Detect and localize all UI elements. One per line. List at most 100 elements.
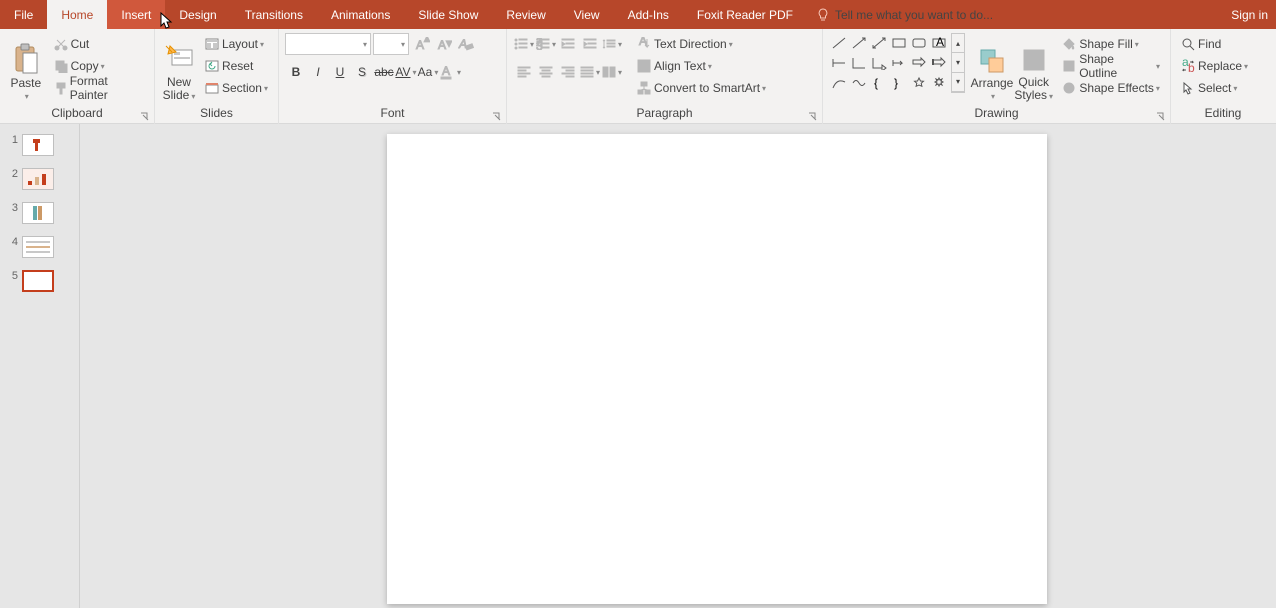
- clear-format-button[interactable]: A: [455, 33, 477, 55]
- reset-button[interactable]: Reset: [201, 55, 272, 77]
- shapes-gallery-scroll[interactable]: ▴▾▾: [951, 33, 965, 93]
- new-slide-label2: Slide: [163, 88, 190, 102]
- paste-button[interactable]: Paste▾: [6, 33, 46, 103]
- tab-foxit[interactable]: Foxit Reader PDF: [683, 0, 807, 29]
- underline-icon: U: [336, 65, 345, 79]
- format-painter-button[interactable]: Format Painter: [50, 77, 148, 99]
- line-spacing-button[interactable]: ▾: [601, 33, 623, 55]
- tab-transitions[interactable]: Transitions: [231, 0, 317, 29]
- quick-label: Quick: [1018, 75, 1049, 89]
- char-spacing-button[interactable]: AV▾: [395, 61, 417, 83]
- svg-text:b: b: [1188, 61, 1195, 73]
- eraser-icon: A: [458, 37, 474, 51]
- svg-text:A: A: [416, 38, 424, 51]
- textdir-icon: A: [637, 37, 651, 51]
- numbering-button[interactable]: 123▾: [535, 33, 557, 55]
- dialog-launcher-icon[interactable]: [140, 112, 150, 122]
- group-drawing: A { } ▴▾▾ Arrange▾: [823, 29, 1171, 124]
- linespacing-icon: [602, 38, 616, 50]
- tab-slideshow[interactable]: Slide Show: [404, 0, 492, 29]
- smartart-button[interactable]: Convert to SmartArt▾: [633, 77, 770, 99]
- bold-button[interactable]: B: [285, 61, 307, 83]
- justify-button[interactable]: ▾: [579, 61, 601, 83]
- italic-icon: I: [316, 65, 319, 79]
- dec-indent-button[interactable]: [557, 33, 579, 55]
- inc-indent-button[interactable]: [579, 33, 601, 55]
- thumb-3[interactable]: 3: [0, 202, 79, 224]
- text-direction-button[interactable]: A Text Direction▾: [633, 33, 770, 55]
- change-case-button[interactable]: Aa▾: [417, 61, 439, 83]
- cut-button[interactable]: Cut: [50, 33, 148, 55]
- group-slides-label: Slides: [200, 106, 233, 120]
- shape-outline-button[interactable]: Shape Outline▾: [1058, 55, 1164, 77]
- shrink-font-button[interactable]: A▾: [433, 33, 455, 55]
- svg-text:A: A: [442, 64, 450, 78]
- tab-insert[interactable]: Insert: [107, 0, 165, 29]
- columns-button[interactable]: ▾: [601, 61, 623, 83]
- bullets-button[interactable]: ▾: [513, 33, 535, 55]
- svg-text:A: A: [1029, 55, 1037, 69]
- changecase-icon: Aa: [418, 65, 433, 79]
- underline-button[interactable]: U: [329, 61, 351, 83]
- font-name-input[interactable]: ▾: [285, 33, 371, 55]
- find-button[interactable]: Find: [1177, 33, 1252, 55]
- align-center-button[interactable]: [535, 61, 557, 83]
- group-font-label: Font: [380, 106, 404, 120]
- section-button[interactable]: Section▾: [201, 77, 272, 99]
- italic-button[interactable]: I: [307, 61, 329, 83]
- thumb-2[interactable]: 2: [0, 168, 79, 190]
- group-paragraph: ▾ 123▾ ▾ ▾ ▾ A Text Direction▾: [507, 29, 823, 124]
- shadow-button[interactable]: S: [351, 61, 373, 83]
- replace-button[interactable]: ab Replace▾: [1177, 55, 1252, 77]
- shape-effects-button[interactable]: Shape Effects▾: [1058, 77, 1164, 99]
- dialog-launcher-icon[interactable]: [1156, 112, 1166, 122]
- select-icon: [1181, 81, 1195, 95]
- slide[interactable]: [387, 134, 1047, 604]
- dialog-launcher-icon[interactable]: [492, 112, 502, 122]
- group-paragraph-label: Paragraph: [636, 106, 692, 120]
- tab-animations[interactable]: Animations: [317, 0, 404, 29]
- ribbon: Paste▾ Cut Copy▾ Format Painter Clipboar…: [0, 29, 1276, 124]
- reset-label: Reset: [222, 59, 253, 73]
- tab-addins[interactable]: Add-Ins: [614, 0, 683, 29]
- shapes-gallery[interactable]: A { }: [829, 33, 949, 93]
- slide-canvas[interactable]: [80, 124, 1276, 608]
- svg-text:}: }: [894, 76, 898, 90]
- align-left-button[interactable]: [513, 61, 535, 83]
- grow-font-button[interactable]: A▴: [411, 33, 433, 55]
- align-right-button[interactable]: [557, 61, 579, 83]
- copy-label: Copy: [71, 59, 99, 73]
- layout-label: Layout: [222, 37, 258, 51]
- dialog-launcher-icon[interactable]: [808, 112, 818, 122]
- section-icon: [205, 82, 219, 94]
- group-editing-label: Editing: [1205, 106, 1242, 120]
- quick-styles-button[interactable]: A QuickStyles▾: [1013, 33, 1054, 103]
- strike-button[interactable]: abc: [373, 61, 395, 83]
- new-slide-button[interactable]: NewSlide▾: [161, 33, 197, 103]
- thumb-5[interactable]: 5: [0, 270, 79, 292]
- tab-review[interactable]: Review: [492, 0, 559, 29]
- new-slide-label1: New: [167, 75, 191, 89]
- tab-file[interactable]: File: [0, 0, 47, 29]
- font-size-input[interactable]: ▾: [373, 33, 409, 55]
- svg-text:{: {: [874, 76, 878, 90]
- group-slides: NewSlide▾ Layout▾ Reset Section▾ Slides: [155, 29, 279, 124]
- layout-button[interactable]: Layout▾: [201, 33, 272, 55]
- tell-me[interactable]: Tell me what you want to do...: [817, 0, 993, 29]
- brush-icon: [54, 81, 67, 95]
- tab-view[interactable]: View: [560, 0, 614, 29]
- tab-design[interactable]: Design: [165, 0, 230, 29]
- group-clipboard: Paste▾ Cut Copy▾ Format Painter Clipboar…: [0, 29, 155, 124]
- align-text-button[interactable]: Align Text▾: [633, 55, 770, 77]
- signin-link[interactable]: Sign in: [1223, 0, 1276, 29]
- select-button[interactable]: Select▾: [1177, 77, 1252, 99]
- tab-home[interactable]: Home: [47, 0, 107, 29]
- textdir-label: Text Direction: [654, 37, 727, 51]
- font-color-button[interactable]: A▾: [439, 61, 461, 83]
- thumb-4[interactable]: 4: [0, 236, 79, 258]
- select-label: Select: [1198, 81, 1231, 95]
- paste-icon: [12, 43, 40, 75]
- thumb-1[interactable]: 1: [0, 134, 79, 156]
- arrange-button[interactable]: Arrange▾: [971, 33, 1013, 103]
- styles-label: Styles: [1014, 88, 1047, 102]
